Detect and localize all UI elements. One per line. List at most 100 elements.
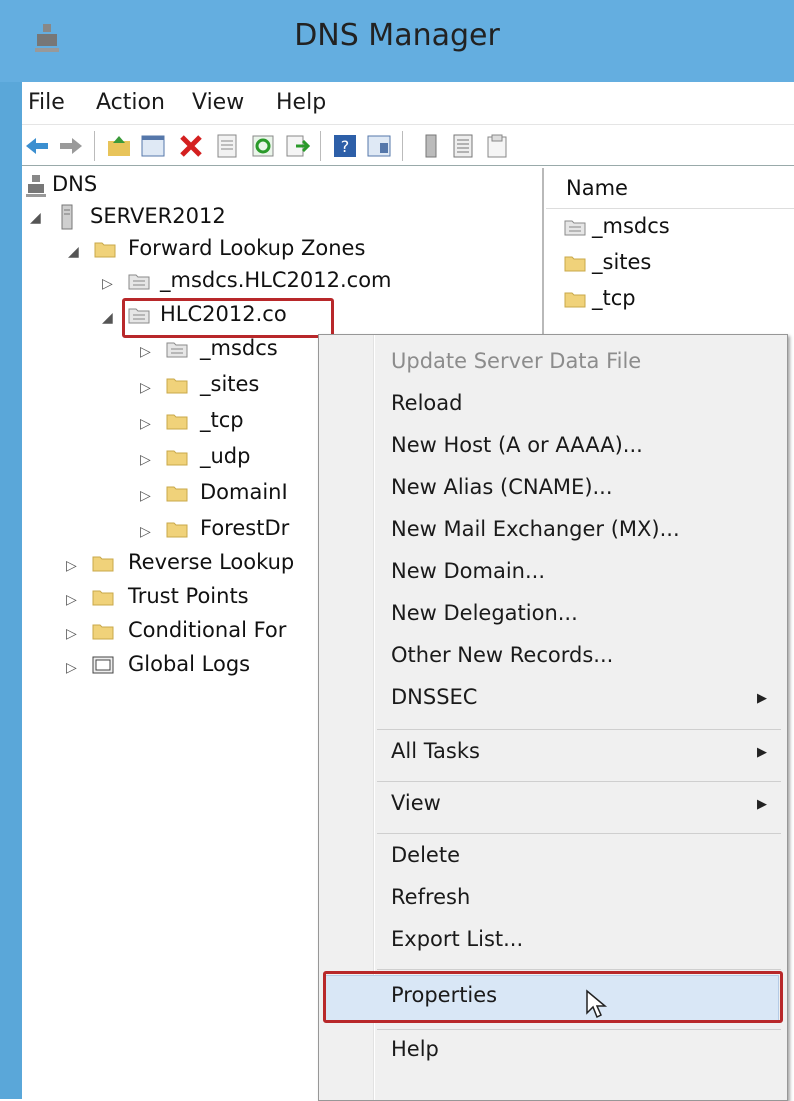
properties-icon[interactable] bbox=[214, 133, 240, 159]
show-tree-icon[interactable] bbox=[140, 133, 166, 159]
menu-bar: File Action View Help bbox=[22, 82, 794, 125]
submenu-arrow-icon: ▶ bbox=[757, 797, 767, 812]
toolbar-separator bbox=[94, 131, 95, 161]
tree-node-child[interactable]: _tcp bbox=[200, 408, 244, 432]
tree-node-child[interactable]: ForestDr bbox=[200, 516, 289, 540]
up-folder-icon[interactable] bbox=[106, 133, 132, 159]
menu-view[interactable]: View bbox=[192, 90, 244, 115]
tree-node-child[interactable]: _msdcs bbox=[200, 336, 278, 360]
menu-separator bbox=[377, 729, 781, 730]
collapse-arrow-icon[interactable]: ◢ bbox=[68, 244, 79, 260]
title-bar[interactable]: DNS Manager bbox=[0, 0, 794, 82]
context-menu: Update Server Data File Reload New Host … bbox=[318, 334, 788, 1101]
column-header-name[interactable]: Name bbox=[546, 168, 794, 209]
tree-node-msdcs-zone[interactable]: _msdcs.HLC2012.com bbox=[160, 268, 392, 292]
expand-arrow-icon[interactable]: ▷ bbox=[140, 380, 151, 396]
folder-icon bbox=[166, 450, 188, 466]
menu-all-tasks[interactable]: All Tasks bbox=[391, 739, 480, 763]
collapse-arrow-icon[interactable]: ◢ bbox=[102, 310, 113, 326]
back-icon[interactable] bbox=[24, 133, 50, 159]
expand-arrow-icon[interactable]: ▷ bbox=[140, 416, 151, 432]
tree-node-conditional-forwarders[interactable]: Conditional For bbox=[128, 618, 286, 642]
menu-separator bbox=[377, 1029, 781, 1030]
dns-root-icon bbox=[26, 175, 46, 197]
menu-export-list[interactable]: Export List... bbox=[391, 927, 523, 951]
toolbar-separator bbox=[402, 131, 403, 161]
dns-manager-window: DNS Manager File Action View Help ? DNS … bbox=[0, 0, 794, 1101]
tree-node-dns[interactable]: DNS bbox=[52, 172, 97, 196]
menu-help[interactable]: Help bbox=[391, 1037, 439, 1061]
zone-icon bbox=[564, 220, 586, 236]
zone-icon bbox=[166, 342, 188, 358]
expand-arrow-icon[interactable]: ▷ bbox=[66, 558, 77, 574]
folder-icon bbox=[166, 522, 188, 538]
menu-new-alias[interactable]: New Alias (CNAME)... bbox=[391, 475, 613, 499]
menu-file[interactable]: File bbox=[28, 90, 65, 115]
tree-node-forward-lookup[interactable]: Forward Lookup Zones bbox=[128, 236, 365, 260]
expand-arrow-icon[interactable]: ▷ bbox=[140, 524, 151, 540]
server-icon[interactable] bbox=[418, 133, 444, 159]
list-item[interactable]: _msdcs bbox=[592, 214, 670, 238]
delete-icon[interactable] bbox=[178, 133, 204, 159]
menu-action[interactable]: Action bbox=[96, 90, 165, 115]
tree-node-reverse-lookup[interactable]: Reverse Lookup bbox=[128, 550, 294, 574]
list-item[interactable]: _sites bbox=[592, 250, 651, 274]
expand-arrow-icon[interactable]: ▷ bbox=[140, 452, 151, 468]
menu-reload[interactable]: Reload bbox=[391, 391, 462, 415]
expand-arrow-icon[interactable]: ▷ bbox=[140, 344, 151, 360]
tree-node-trust-points[interactable]: Trust Points bbox=[128, 584, 249, 608]
folder-icon bbox=[564, 292, 586, 308]
folder-icon bbox=[92, 556, 114, 572]
folder-icon bbox=[166, 486, 188, 502]
menu-dnssec[interactable]: DNSSEC bbox=[391, 685, 477, 709]
folder-icon bbox=[92, 590, 114, 606]
menu-new-delegation[interactable]: New Delegation... bbox=[391, 601, 578, 625]
zone-icon bbox=[128, 274, 150, 290]
mouse-cursor-icon bbox=[586, 989, 608, 1019]
console-icon[interactable] bbox=[366, 133, 392, 159]
collapse-arrow-icon[interactable]: ◢ bbox=[30, 210, 41, 226]
expand-arrow-icon[interactable]: ▷ bbox=[66, 660, 77, 676]
menu-update-server-data-file[interactable]: Update Server Data File bbox=[391, 349, 641, 373]
record-icon[interactable] bbox=[484, 133, 510, 159]
help-icon[interactable]: ? bbox=[332, 133, 358, 159]
tree-node-child[interactable]: _udp bbox=[200, 444, 250, 468]
expand-arrow-icon[interactable]: ▷ bbox=[102, 276, 113, 292]
folder-icon bbox=[94, 242, 116, 258]
menu-new-host[interactable]: New Host (A or AAAA)... bbox=[391, 433, 643, 457]
menu-separator bbox=[377, 969, 781, 970]
folder-icon bbox=[564, 256, 586, 272]
server-icon bbox=[61, 204, 73, 230]
menu-new-domain[interactable]: New Domain... bbox=[391, 559, 545, 583]
submenu-arrow-icon: ▶ bbox=[757, 691, 767, 706]
tree-node-child[interactable]: DomainI bbox=[200, 480, 288, 504]
list-item[interactable]: _tcp bbox=[592, 286, 636, 310]
client-area: File Action View Help ? DNS ◢ SERVER2012… bbox=[22, 82, 794, 1101]
menu-help[interactable]: Help bbox=[276, 90, 326, 115]
tree-node-server[interactable]: SERVER2012 bbox=[90, 204, 226, 228]
folder-icon bbox=[92, 624, 114, 640]
expand-arrow-icon[interactable]: ▷ bbox=[66, 626, 77, 642]
forward-icon[interactable] bbox=[58, 133, 84, 159]
menu-other-new-records[interactable]: Other New Records... bbox=[391, 643, 613, 667]
menu-view[interactable]: View bbox=[391, 791, 441, 815]
properties-highlight-box bbox=[323, 971, 783, 1023]
expand-arrow-icon[interactable]: ▷ bbox=[140, 488, 151, 504]
menu-separator bbox=[377, 833, 781, 834]
list-icon[interactable] bbox=[450, 133, 476, 159]
zone-highlight-box bbox=[122, 298, 334, 338]
menu-delete[interactable]: Delete bbox=[391, 843, 460, 867]
column-name-label: Name bbox=[566, 176, 628, 200]
svg-text:?: ? bbox=[341, 137, 350, 156]
tree-node-child[interactable]: _sites bbox=[200, 372, 259, 396]
export-icon[interactable] bbox=[284, 133, 310, 159]
folder-icon bbox=[166, 414, 188, 430]
log-icon bbox=[92, 656, 114, 674]
menu-new-mail-exchanger[interactable]: New Mail Exchanger (MX)... bbox=[391, 517, 680, 541]
refresh-icon[interactable] bbox=[250, 133, 276, 159]
toolbar-separator bbox=[320, 131, 321, 161]
tree-node-global-logs[interactable]: Global Logs bbox=[128, 652, 250, 676]
folder-icon bbox=[166, 378, 188, 394]
menu-refresh[interactable]: Refresh bbox=[391, 885, 470, 909]
expand-arrow-icon[interactable]: ▷ bbox=[66, 592, 77, 608]
